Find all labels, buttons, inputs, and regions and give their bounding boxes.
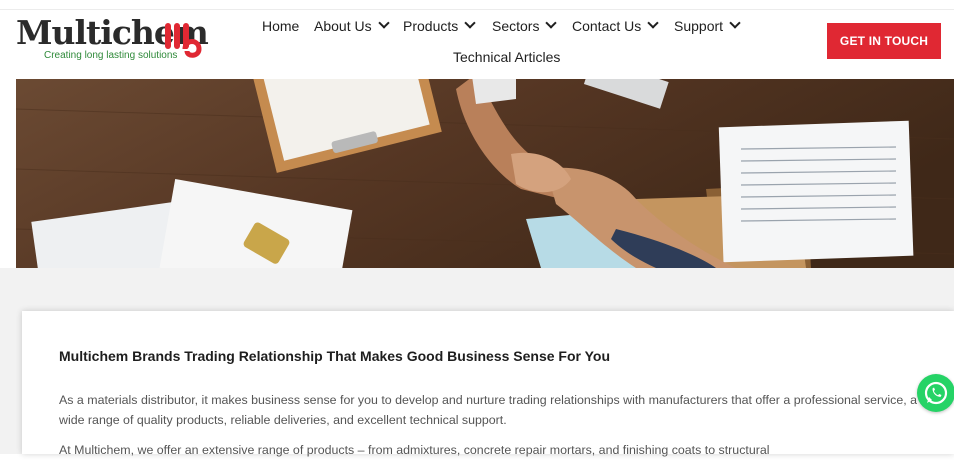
whatsapp-button[interactable] xyxy=(917,374,954,412)
nav-item-label: About Us xyxy=(314,18,372,34)
content-card: Multichem Brands Trading Relationship Th… xyxy=(22,311,954,457)
paragraph-intro: As a materials distributor, it makes bus… xyxy=(59,393,917,427)
section-title: Multichem Brands Trading Relationship Th… xyxy=(59,348,611,364)
nav-item-label: Technical Articles xyxy=(453,49,561,65)
hero-image xyxy=(16,79,954,268)
nav-item-support[interactable]: Support xyxy=(674,16,741,36)
nav-item-label: Sectors xyxy=(492,18,540,34)
chevron-down-icon xyxy=(464,17,476,29)
nav-item-label: Home xyxy=(262,18,300,34)
nav-item-about-us[interactable]: About Us xyxy=(314,16,390,36)
nav-item-technical-articles[interactable]: Technical Articles xyxy=(453,47,560,67)
nav-item-contact-us[interactable]: Contact Us xyxy=(572,16,659,36)
chevron-down-icon xyxy=(377,17,390,29)
paragraph-products: At Multichem, we offer an extensive rang… xyxy=(59,443,770,457)
nav-item-label: Contact Us xyxy=(572,18,642,34)
nav-item-home[interactable]: Home xyxy=(262,16,299,36)
chevron-down-icon xyxy=(729,17,741,29)
nav-item-products[interactable]: Products xyxy=(403,16,476,36)
chevron-down-icon xyxy=(647,17,659,29)
get-in-touch-button[interactable]: GET IN TOUCH xyxy=(827,23,941,59)
nav-item-sectors[interactable]: Sectors xyxy=(492,16,558,36)
nav-item-label: Support xyxy=(674,18,724,34)
nav-item-label: Products xyxy=(403,18,459,34)
site-logo[interactable]: Multichem Creating long lasting solution… xyxy=(16,13,209,67)
logo-tagline: Creating long lasting solutions xyxy=(44,50,178,61)
whatsapp-icon xyxy=(924,381,948,405)
chevron-down-icon xyxy=(545,17,558,29)
top-divider xyxy=(0,9,954,10)
